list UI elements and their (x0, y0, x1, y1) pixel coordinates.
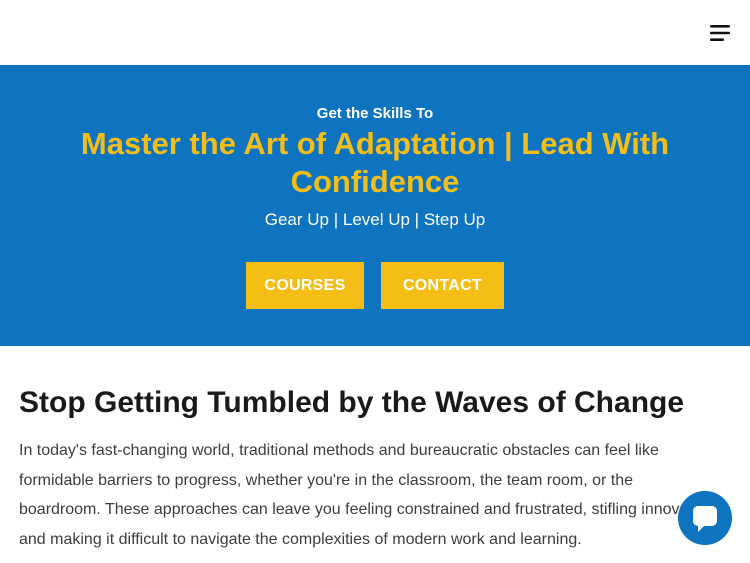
hero-tagline: Gear Up | Level Up | Step Up (264, 210, 486, 229)
hamburger-menu-icon[interactable] (709, 22, 731, 44)
section-title: Stop Getting Tumbled by the Waves of Cha… (19, 386, 685, 419)
section-body-text: In today's fast-changing world, traditio… (19, 442, 715, 548)
hero-headline: Master the Art of Adaptation | Lead With… (80, 126, 670, 199)
chat-bubble-icon (693, 506, 717, 532)
chat-widget-button[interactable] (678, 491, 732, 545)
site-header (0, 0, 750, 65)
hero-banner: Get the Skills To Master the Art of Adap… (0, 65, 750, 346)
hero-eyebrow: Get the Skills To (316, 105, 434, 122)
courses-button[interactable]: COURSES (246, 262, 364, 309)
contact-button[interactable]: CONTACT (381, 262, 504, 309)
